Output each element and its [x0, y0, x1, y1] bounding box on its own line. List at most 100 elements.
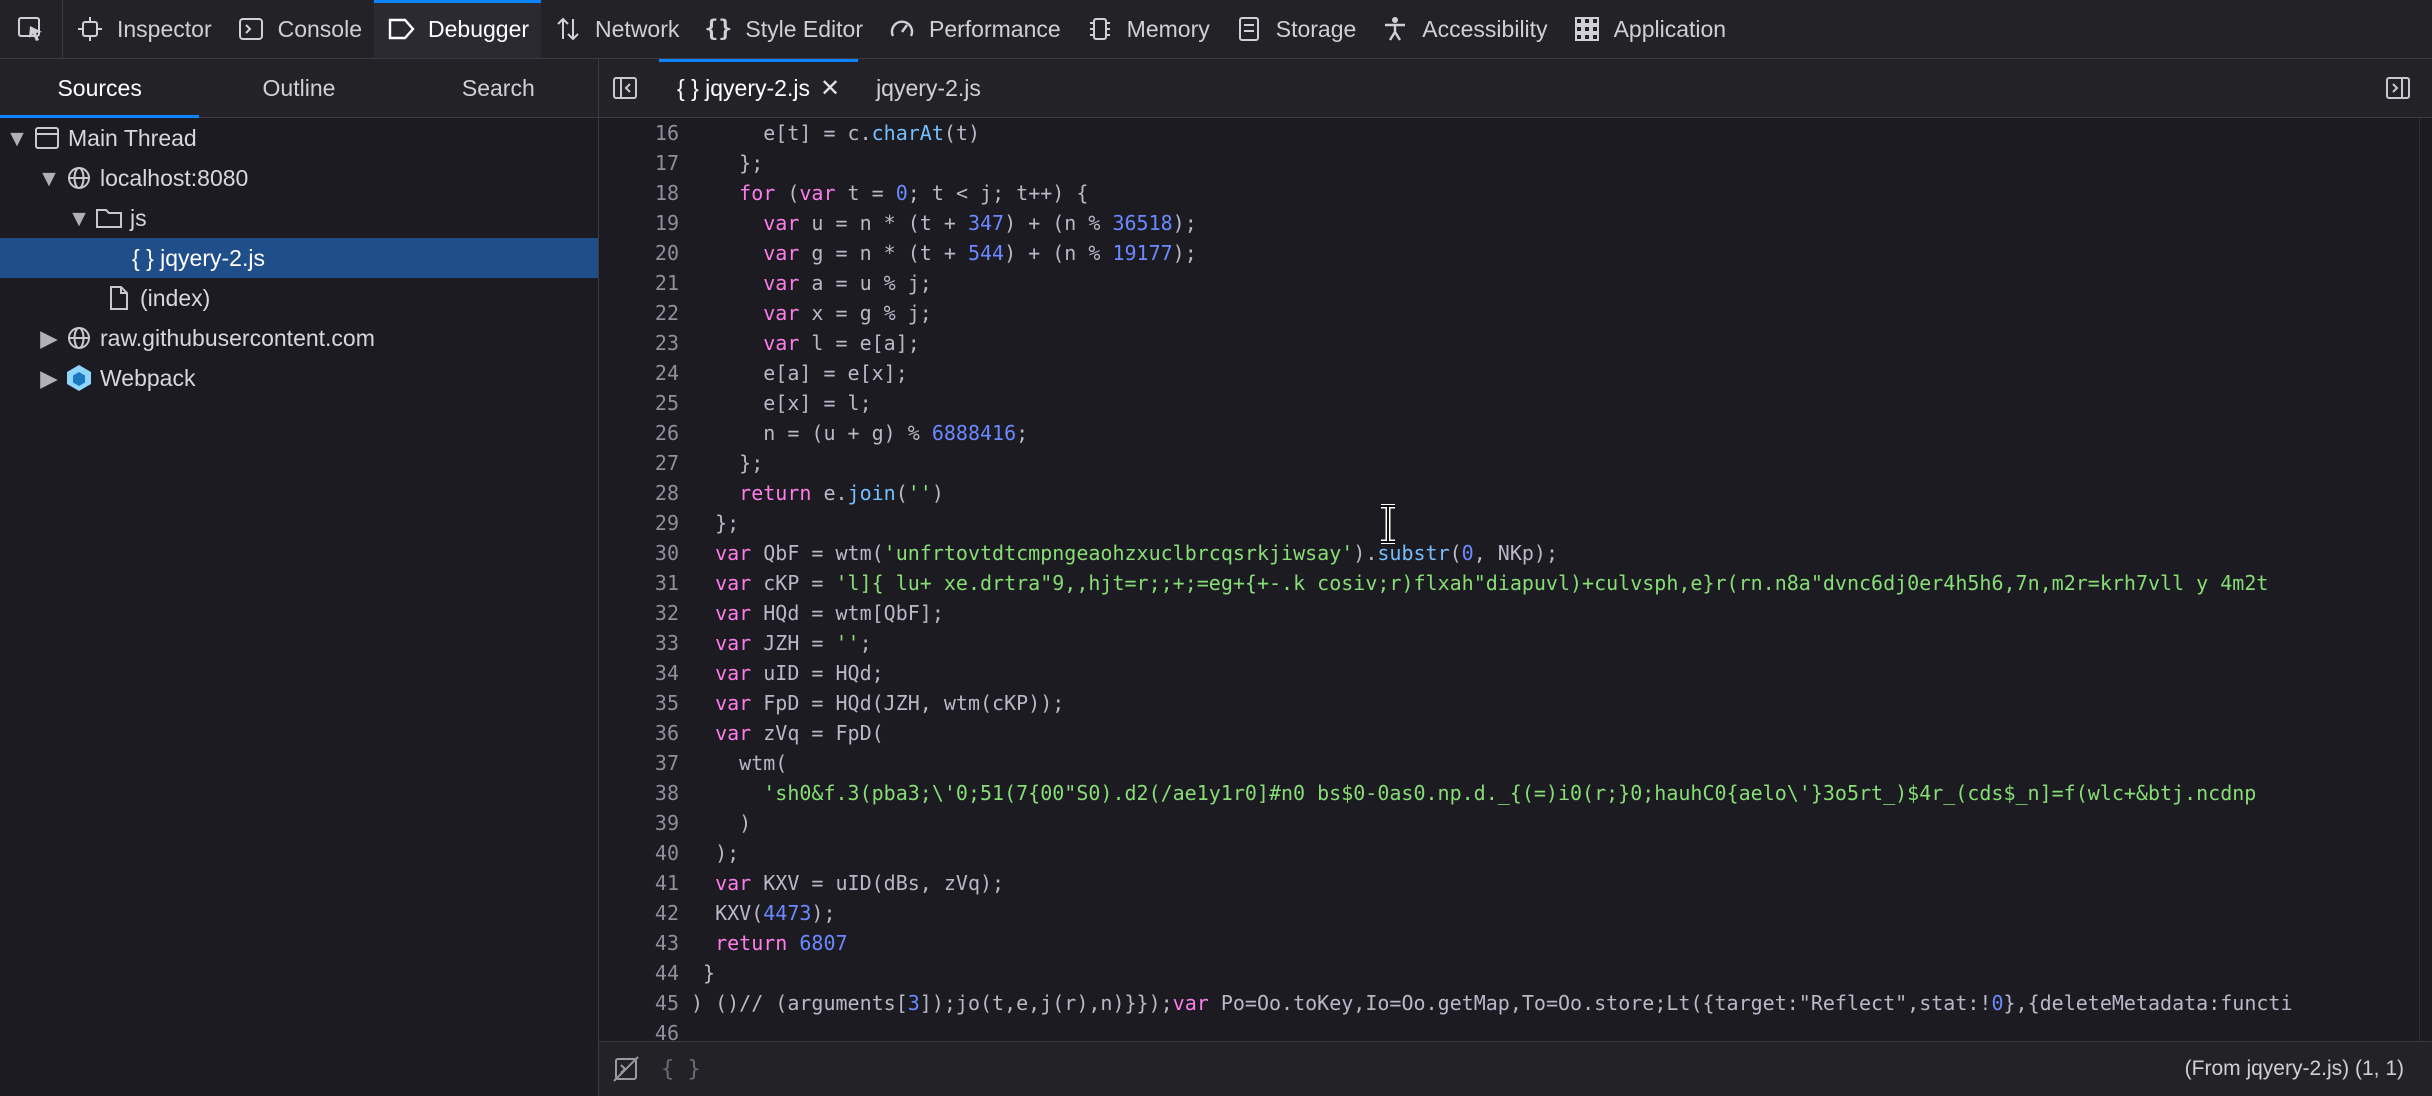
tab-style-editor[interactable]: {} Style Editor — [691, 0, 875, 58]
tab-label: Debugger — [428, 15, 530, 42]
code-line[interactable]: 29 }; — [599, 508, 2420, 538]
tree-item-raw-githubusercontent[interactable]: ▶ raw.githubusercontent.com — [0, 318, 598, 358]
code-line[interactable]: 42 KXV(4473); — [599, 898, 2420, 928]
code-line[interactable]: 32 var HQd = wtm[QbF]; — [599, 598, 2420, 628]
editor-tab-jqyery-2-pretty[interactable]: { } jqyery-2.js ✕ — [659, 59, 859, 117]
blackbox-source-button[interactable] — [609, 1052, 643, 1086]
element-picker-button[interactable] — [0, 0, 63, 58]
close-tab-icon[interactable]: ✕ — [820, 74, 840, 103]
devtools-toolbar: Inspector Console Debugger Network {} St… — [0, 0, 2432, 59]
line-number[interactable]: 31 — [599, 568, 691, 598]
line-number[interactable]: 27 — [599, 448, 691, 478]
tree-item-webpack[interactable]: ▶ Webpack — [0, 358, 598, 398]
code-line[interactable]: 40 ); — [599, 838, 2420, 868]
vertical-scrollbar[interactable] — [2419, 118, 2432, 1042]
tab-network[interactable]: Network — [541, 0, 691, 58]
code-line[interactable]: 24 e[a] = e[x]; — [599, 358, 2420, 388]
line-number[interactable]: 41 — [599, 868, 691, 898]
code-line[interactable]: 36 var zVq = FpD( — [599, 718, 2420, 748]
line-number[interactable]: 34 — [599, 658, 691, 688]
code-line[interactable]: 33 var JZH = ''; — [599, 628, 2420, 658]
tab-console[interactable]: Console — [224, 0, 374, 58]
expanded-arrow-icon[interactable]: ▼ — [6, 125, 29, 151]
tree-item-localhost[interactable]: ▼ localhost:8080 — [0, 158, 598, 198]
line-number[interactable]: 45 — [599, 988, 691, 1018]
line-number[interactable]: 19 — [599, 208, 691, 238]
collapsed-arrow-icon[interactable]: ▶ — [38, 365, 60, 391]
line-number[interactable]: 30 — [599, 538, 691, 568]
code-line[interactable]: 35 var FpD = HQd(JZH, wtm(cKP)); — [599, 688, 2420, 718]
code-line[interactable]: 31 var cKP = 'l]{ lu+ xe.drtra"9,,hjt=r;… — [599, 568, 2420, 598]
tab-debugger[interactable]: Debugger — [374, 0, 542, 58]
code-line[interactable]: 41 var KXV = uID(dBs, zVq); — [599, 868, 2420, 898]
line-number[interactable]: 38 — [599, 778, 691, 808]
tab-label: Style Editor — [745, 15, 863, 42]
tab-performance[interactable]: Performance — [875, 0, 1073, 58]
code-line[interactable]: 23 var l = e[a]; — [599, 328, 2420, 358]
code-line[interactable]: 26 n = (u + g) % 6888416; — [599, 418, 2420, 448]
code-line[interactable]: 44 } — [599, 958, 2420, 988]
line-number[interactable]: 20 — [599, 238, 691, 268]
line-number[interactable]: 39 — [599, 808, 691, 838]
line-number[interactable]: 24 — [599, 358, 691, 388]
code-line[interactable]: 43 return 6807 — [599, 928, 2420, 958]
code-line[interactable]: 34 var uID = HQd; — [599, 658, 2420, 688]
line-number[interactable]: 42 — [599, 898, 691, 928]
code-line[interactable]: 18 for (var t = 0; t < j; t++) { — [599, 178, 2420, 208]
code-line[interactable]: 28 return e.join('') — [599, 478, 2420, 508]
tab-application[interactable]: Application — [1560, 0, 1739, 58]
line-number[interactable]: 22 — [599, 298, 691, 328]
code-line[interactable]: 45) ()// (arguments[3]);jo(t,e,j(r),n)}}… — [599, 988, 2420, 1018]
line-number[interactable]: 18 — [599, 178, 691, 208]
line-number[interactable]: 23 — [599, 328, 691, 358]
line-number[interactable]: 35 — [599, 688, 691, 718]
tree-item-jqyery-2-js-pretty[interactable]: { } jqyery-2.js — [0, 238, 598, 278]
line-number[interactable]: 36 — [599, 718, 691, 748]
code-line[interactable]: 37 wtm( — [599, 748, 2420, 778]
line-number[interactable]: 33 — [599, 628, 691, 658]
code-line[interactable]: 21 var a = u % j; — [599, 268, 2420, 298]
tab-search[interactable]: Search — [399, 59, 598, 117]
line-number[interactable]: 46 — [599, 1018, 691, 1042]
line-number[interactable]: 26 — [599, 418, 691, 448]
tab-outline[interactable]: Outline — [199, 59, 398, 117]
code-line[interactable]: 30 var QbF = wtm('unfrtovtdtcmpngeaohzxu… — [599, 538, 2420, 568]
line-number[interactable]: 21 — [599, 268, 691, 298]
code-line[interactable]: 46 — [599, 1018, 2420, 1042]
tab-sources[interactable]: Sources — [0, 59, 200, 118]
toggle-debugger-sidebar-button[interactable] — [2376, 59, 2420, 117]
code-line[interactable]: 39 ) — [599, 808, 2420, 838]
code-line[interactable]: 38 'sh0&f.3(pba3;\'0;51(7{00"S0).d2(/ae1… — [599, 778, 2420, 808]
line-number[interactable]: 17 — [599, 148, 691, 178]
expanded-arrow-icon[interactable]: ▼ — [68, 205, 91, 231]
code-editor[interactable]: 16 e[t] = c.charAt(t) 17 }; 18 for (var t … — [599, 118, 2420, 1042]
line-number[interactable]: 43 — [599, 928, 691, 958]
code-line[interactable]: 19 var u = n * (t + 347) + (n % 36518); — [599, 208, 2420, 238]
tab-storage[interactable]: Storage — [1222, 0, 1369, 58]
code-line[interactable]: 22 var x = g % j; — [599, 298, 2420, 328]
line-number[interactable]: 37 — [599, 748, 691, 778]
code-line[interactable]: 17 }; — [599, 148, 2420, 178]
code-line[interactable]: 27 }; — [599, 448, 2420, 478]
tree-item-main-thread[interactable]: ▼ Main Thread — [0, 118, 598, 158]
line-number[interactable]: 16 — [599, 118, 691, 148]
tab-memory[interactable]: Memory — [1073, 0, 1222, 58]
toggle-sources-pane-button[interactable] — [599, 59, 651, 117]
code-line[interactable]: 20 var g = n * (t + 544) + (n % 19177); — [599, 238, 2420, 268]
expanded-arrow-icon[interactable]: ▼ — [38, 165, 61, 191]
tab-inspector[interactable]: Inspector — [63, 0, 224, 58]
code-line[interactable]: 16 e[t] = c.charAt(t) — [599, 118, 2420, 148]
editor-tab-jqyery-2[interactable]: jqyery-2.js — [858, 59, 999, 117]
line-number[interactable]: 40 — [599, 838, 691, 868]
line-number[interactable]: 25 — [599, 388, 691, 418]
tree-item-js-folder[interactable]: ▼ js — [0, 198, 598, 238]
line-number[interactable]: 44 — [599, 958, 691, 988]
code-line[interactable]: 25 e[x] = l; — [599, 388, 2420, 418]
line-number[interactable]: 28 — [599, 478, 691, 508]
pretty-print-button[interactable]: { } — [661, 1057, 701, 1082]
tree-item-index[interactable]: (index) — [0, 278, 598, 318]
line-number[interactable]: 32 — [599, 598, 691, 628]
line-number[interactable]: 29 — [599, 508, 691, 538]
tab-accessibility[interactable]: Accessibility — [1368, 0, 1559, 58]
collapsed-arrow-icon[interactable]: ▶ — [38, 325, 60, 351]
